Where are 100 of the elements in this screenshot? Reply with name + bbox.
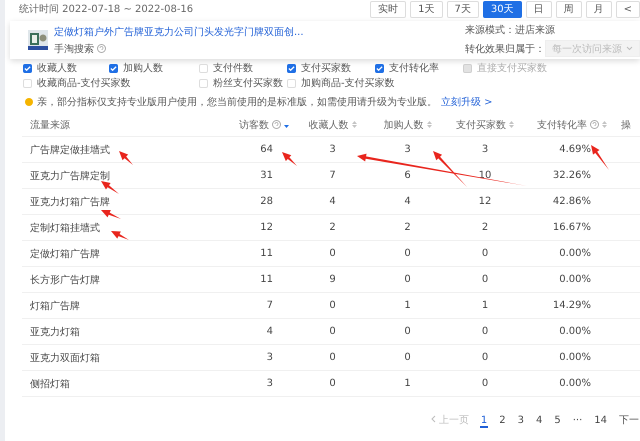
page-button[interactable]: 3 bbox=[516, 414, 525, 428]
help-icon[interactable] bbox=[97, 44, 106, 53]
next-page-button[interactable]: 下一 bbox=[618, 413, 640, 429]
checkbox-label: 支付转化率 bbox=[389, 62, 439, 75]
column-header: 操 bbox=[621, 118, 631, 132]
table-cell-text: 0 bbox=[328, 326, 337, 337]
period-button[interactable]: 实时 bbox=[370, 0, 406, 18]
page-button[interactable]: 4 bbox=[534, 414, 544, 428]
table-cell-text: 31 bbox=[259, 170, 274, 181]
checkbox-label: 支付买家数 bbox=[301, 62, 351, 75]
help-icon[interactable] bbox=[590, 120, 599, 129]
page-button[interactable]: ··· bbox=[572, 414, 584, 428]
annotation-arrow bbox=[282, 152, 297, 166]
notice-text: 亲，部分指标仅支持专业版用户使用，您当前使用的是标准版，如需使用请升级为专业版。 bbox=[37, 96, 437, 109]
source-mode-text: 来源模式：进店来源 bbox=[465, 24, 556, 37]
table-cell-text: 0 bbox=[328, 352, 337, 363]
table-cell-text: 12 bbox=[259, 222, 274, 233]
source-label: 手淘搜索 bbox=[54, 42, 94, 56]
column-header: 收藏人数 bbox=[308, 118, 348, 132]
annotation-arrow bbox=[591, 145, 609, 170]
checkbox-label: 粉丝支付买家数 bbox=[213, 76, 283, 90]
table-cell-text: 0 bbox=[480, 378, 490, 389]
chevron-left-icon bbox=[430, 415, 436, 423]
table-cell-text: 3 bbox=[266, 352, 274, 363]
warning-icon bbox=[25, 98, 33, 106]
upgrade-link[interactable]: 立刻升级 > bbox=[441, 95, 493, 109]
table-cell-text: 9 bbox=[328, 274, 337, 285]
checkbox[interactable] bbox=[375, 64, 384, 72]
checkbox[interactable] bbox=[23, 64, 32, 72]
period-button[interactable]: < bbox=[616, 0, 640, 18]
table-cell-text: 0 bbox=[403, 352, 412, 363]
table-cell-text: 0.00% bbox=[558, 274, 592, 285]
period-button[interactable]: 日 bbox=[526, 0, 552, 18]
column-header: 访客数 bbox=[239, 118, 269, 132]
annotation-arrow bbox=[101, 210, 121, 219]
attribution-label: 转化效果归属于： bbox=[465, 42, 545, 56]
checkbox[interactable] bbox=[109, 64, 118, 72]
table-cell-text: 28 bbox=[259, 196, 274, 207]
table-cell-text: 1 bbox=[403, 300, 412, 311]
table-cell-text: 0 bbox=[403, 274, 412, 285]
table-cell-text: 11 bbox=[259, 274, 274, 285]
source-name: 亚克力灯箱 bbox=[30, 326, 80, 338]
table-cell-text: 14.29% bbox=[552, 300, 592, 311]
column-header: 流量来源 bbox=[30, 118, 70, 132]
table-cell-text: 4 bbox=[328, 196, 337, 207]
source-name: 侧招灯箱 bbox=[30, 378, 70, 390]
source-name: 定做灯箱广告牌 bbox=[30, 248, 100, 260]
page-button[interactable]: 1 bbox=[480, 414, 488, 428]
source-name: 亚克力广告牌定制 bbox=[30, 170, 110, 182]
source-name: 广告牌定做挂墙式 bbox=[30, 144, 110, 156]
table-cell-text: 4 bbox=[403, 196, 412, 207]
checkbox-label: 收藏人数 bbox=[37, 62, 77, 75]
date-range: 统计时间 2022-07-18 ~ 2022-08-16 bbox=[19, 2, 194, 16]
table-cell-text: 0 bbox=[403, 326, 412, 337]
page-button[interactable]: 2 bbox=[498, 414, 507, 428]
checkbox-label: 加购商品-支付买家数 bbox=[301, 76, 395, 90]
period-button[interactable]: 周 bbox=[556, 0, 582, 18]
table-cell-text: 0 bbox=[403, 248, 412, 259]
period-button[interactable]: 7天 bbox=[446, 0, 479, 18]
annotation-arrow bbox=[101, 181, 119, 194]
table-cell-text: 0 bbox=[480, 248, 490, 259]
source-name: 灯箱广告牌 bbox=[30, 300, 80, 312]
annotation-arrow bbox=[111, 231, 129, 240]
page-button[interactable]: 14 bbox=[593, 414, 608, 428]
table-cell-text: 0.00% bbox=[558, 352, 592, 363]
table-cell-text: 16.67% bbox=[552, 222, 592, 233]
checkbox[interactable] bbox=[287, 64, 296, 72]
product-title-link[interactable]: 定做灯箱户外广告牌亚克力公司门头发光字门牌双面创... bbox=[54, 24, 304, 38]
table-cell-text: 4.69% bbox=[558, 144, 592, 155]
source-name: 长方形广告灯牌 bbox=[30, 274, 100, 286]
period-button[interactable]: 月 bbox=[586, 0, 612, 18]
period-button[interactable]: 30天 bbox=[482, 0, 522, 18]
source-name: 亚克力灯箱广告牌 bbox=[30, 196, 110, 208]
table-cell-text: 4 bbox=[266, 326, 274, 337]
help-icon[interactable] bbox=[272, 120, 281, 129]
table-cell-text: 12 bbox=[478, 196, 492, 207]
checkbox-label: 直接支付买家数 bbox=[477, 62, 547, 75]
checkbox-label: 收藏商品-支付买家数 bbox=[37, 76, 131, 90]
table-cell-text: 3 bbox=[266, 378, 274, 389]
table-cell-text: 1 bbox=[403, 378, 412, 389]
checkbox-label: 加购人数 bbox=[123, 62, 163, 75]
table-cell-text: 11 bbox=[259, 248, 274, 259]
table-cell-text: 6 bbox=[403, 170, 412, 181]
table-cell-text: 1 bbox=[480, 300, 490, 311]
page-button[interactable]: 5 bbox=[553, 414, 562, 428]
table-cell-text: 0.00% bbox=[558, 248, 592, 259]
table-cell-text: 64 bbox=[259, 144, 274, 155]
column-header: 加购人数 bbox=[384, 118, 424, 132]
table-cell-text: 10 bbox=[478, 170, 492, 181]
table-cell-text: 0 bbox=[480, 274, 490, 285]
table-cell-text: 0 bbox=[328, 248, 337, 259]
table-cell-text: 0 bbox=[480, 326, 490, 337]
column-header: 支付买家数 bbox=[456, 118, 506, 132]
table-cell-text: 0.00% bbox=[558, 378, 592, 389]
period-button[interactable]: 1天 bbox=[410, 0, 442, 18]
source-name: 亚克力双面灯箱 bbox=[30, 352, 100, 364]
table-cell-text: 7 bbox=[266, 300, 274, 311]
table-cell-text: 42.86% bbox=[552, 196, 592, 207]
table-cell-text: 2 bbox=[480, 222, 490, 233]
table-cell-text: 3 bbox=[328, 144, 337, 155]
